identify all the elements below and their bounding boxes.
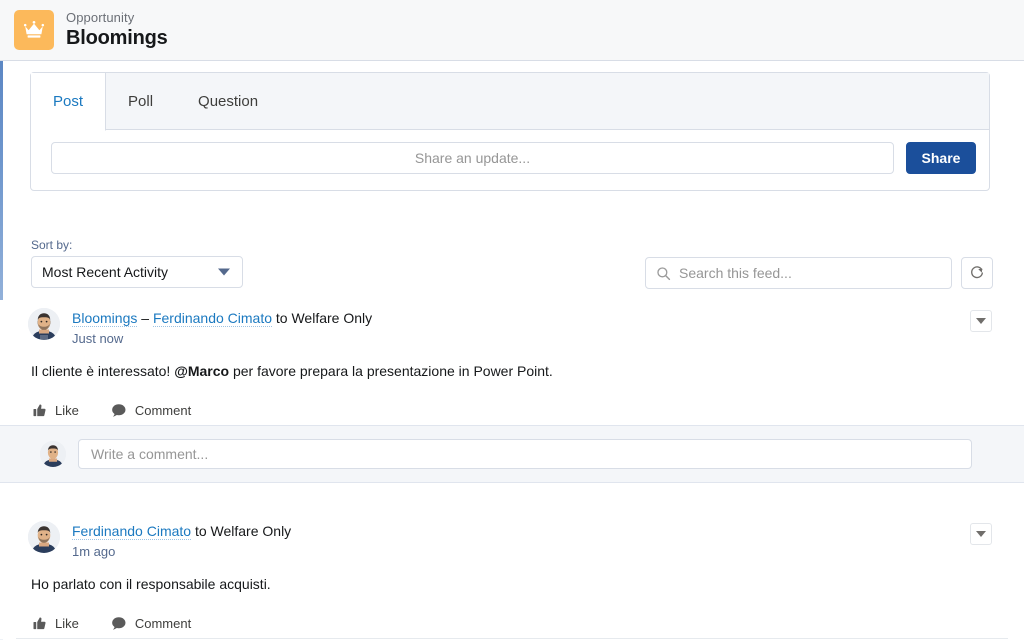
like-label: Like (55, 616, 79, 631)
post-body-post: per favore prepara la presentazione in P… (229, 363, 553, 379)
post-meta: Ferdinando Cimato to Welfare Only 1m ago (72, 521, 291, 561)
write-comment-placeholder: Write a comment... (91, 446, 209, 462)
tab-post-label: Post (53, 93, 84, 110)
sort-dropdown-value: Most Recent Activity (42, 264, 169, 280)
post-actions: Like Comment (0, 594, 1024, 638)
post-byline: Bloomings – Ferdinando Cimato to Welfare… (72, 309, 372, 328)
post-menu-button[interactable] (970, 310, 992, 332)
page-title: Bloomings (66, 27, 168, 49)
avatar[interactable] (28, 308, 60, 340)
feed-item-spacer (0, 483, 1024, 513)
post-byline: Ferdinando Cimato to Welfare Only (72, 522, 291, 541)
post-audience: to Welfare Only (275, 310, 373, 326)
share-button-label: Share (921, 150, 961, 166)
post-header: Bloomings – Ferdinando Cimato to Welfare… (0, 300, 1024, 348)
post-timestamp: 1m ago (72, 544, 116, 559)
post-mention[interactable]: @Marco (174, 363, 229, 379)
comment-label: Comment (134, 616, 192, 631)
search-input[interactable]: Search this feed... (645, 257, 952, 289)
post-menu-button[interactable] (970, 523, 992, 545)
sort-dropdown[interactable]: Most Recent Activity (31, 256, 243, 288)
feed-divider (16, 638, 1008, 639)
sort-control: Sort by: Most Recent Activity (31, 238, 243, 288)
comment-button[interactable]: Comment (111, 403, 191, 418)
chevron-down-icon (218, 268, 230, 276)
crown-icon (14, 10, 54, 50)
post-header: Ferdinando Cimato to Welfare Only 1m ago (0, 513, 1024, 561)
search-icon (657, 266, 671, 280)
post-meta: Bloomings – Ferdinando Cimato to Welfare… (72, 308, 372, 348)
share-update-input[interactable]: Share an update... (51, 142, 894, 174)
sort-by-label: Sort by: (31, 238, 73, 252)
tab-poll-label: Poll (128, 92, 154, 110)
post-coauthor-link[interactable]: Ferdinando Cimato (152, 310, 273, 327)
comment-button[interactable]: Comment (111, 616, 191, 631)
like-button[interactable]: Like (32, 616, 79, 631)
post-actions: Like Comment (0, 381, 1024, 425)
feed-item: Ferdinando Cimato to Welfare Only 1m ago… (0, 513, 1024, 639)
byline-separator: – (141, 310, 150, 326)
chatter-feed: Bloomings – Ferdinando Cimato to Welfare… (0, 300, 1024, 639)
comment-bubble-icon (112, 404, 126, 417)
tab-poll[interactable]: Poll (106, 73, 176, 129)
feed-item: Bloomings – Ferdinando Cimato to Welfare… (0, 300, 1024, 513)
tab-question-label: Question (198, 92, 259, 110)
like-label: Like (55, 403, 79, 418)
avatar[interactable] (28, 521, 60, 553)
post-publisher-card: Post Poll Question Share an update... Sh… (30, 72, 990, 191)
comment-composer: Write a comment... (0, 425, 1024, 483)
post-audience: to Welfare Only (194, 523, 292, 539)
share-update-placeholder: Share an update... (414, 150, 531, 166)
publisher-tabs: Post Poll Question (31, 73, 989, 131)
search-placeholder: Search this feed... (679, 265, 792, 281)
refresh-button[interactable] (961, 257, 993, 289)
post-body-pre: Il cliente è interessato! (31, 363, 175, 379)
write-comment-input[interactable]: Write a comment... (78, 439, 972, 469)
tab-post[interactable]: Post (31, 73, 107, 131)
post-author-link[interactable]: Ferdinando Cimato (72, 523, 192, 540)
thumbs-up-icon (33, 617, 46, 630)
record-object-label: Opportunity (66, 10, 135, 25)
thumbs-up-icon (33, 404, 46, 417)
chevron-down-icon (976, 531, 986, 537)
comment-label: Comment (134, 403, 192, 418)
post-timestamp: Just now (72, 331, 124, 346)
tab-question[interactable]: Question (176, 73, 281, 129)
post-body: Il cliente è interessato! @Marco per fav… (0, 348, 1024, 381)
avatar[interactable] (40, 441, 66, 467)
feed-search-area: Search this feed... (645, 257, 993, 289)
share-button[interactable]: Share (906, 142, 976, 174)
post-body: Ho parlato con il responsabile acquisti. (31, 576, 271, 592)
record-header: Opportunity Bloomings (0, 0, 1024, 61)
post-author-link[interactable]: Bloomings (72, 310, 138, 327)
comment-bubble-icon (112, 617, 126, 630)
chatter-feed-page: Opportunity Bloomings Post Poll Question… (0, 0, 1024, 640)
composer-row: Share an update... Share (31, 130, 989, 174)
like-button[interactable]: Like (32, 403, 79, 418)
refresh-icon (971, 266, 983, 279)
chevron-down-icon (976, 318, 986, 324)
